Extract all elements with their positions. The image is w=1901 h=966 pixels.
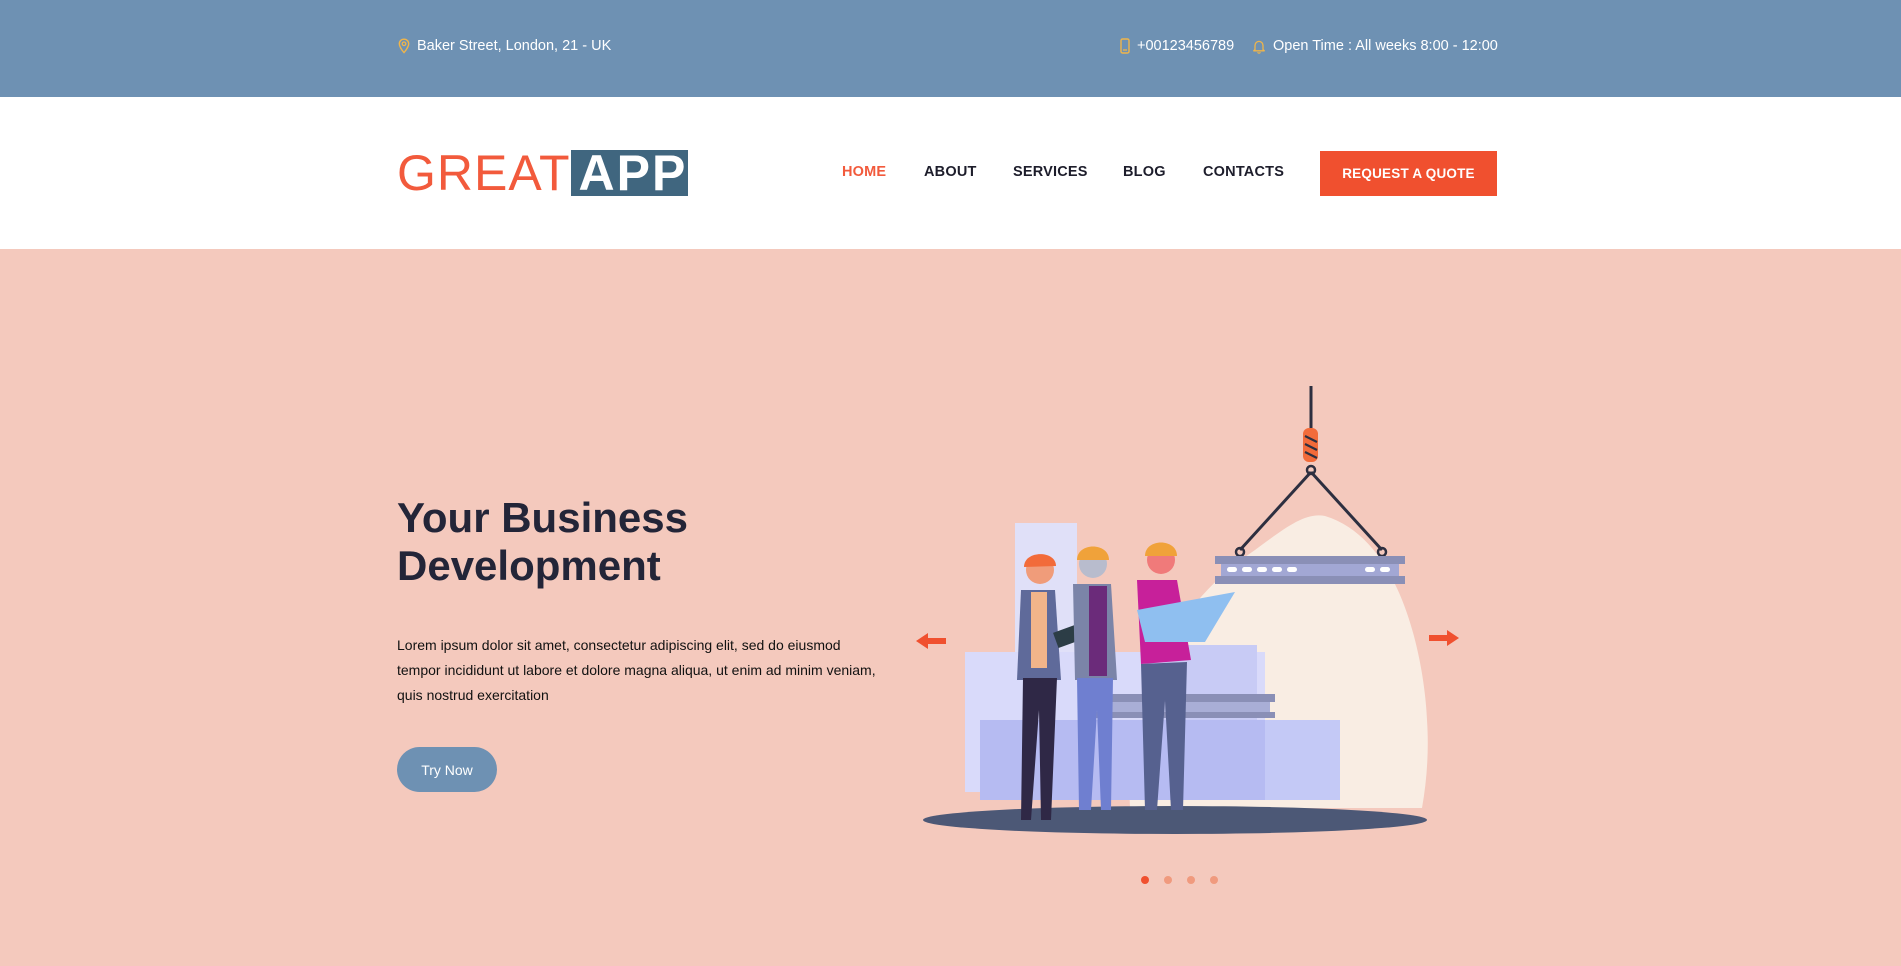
site-logo[interactable]: GREAT APP <box>397 145 689 201</box>
nav-item-home[interactable]: HOME <box>842 164 886 180</box>
slider-pagination <box>1141 876 1218 884</box>
bell-icon <box>1252 39 1266 54</box>
slider-next-arrow-icon[interactable] <box>1427 628 1461 648</box>
slider-dot-3[interactable] <box>1187 876 1195 884</box>
phone-text[interactable]: +00123456789 <box>1137 38 1234 54</box>
address-info: Baker Street, London, 21 - UK <box>398 38 611 54</box>
hours-text: Open Time : All weeks 8:00 - 12:00 <box>1273 38 1498 54</box>
hero-description: Lorem ipsum dolor sit amet, consectetur … <box>397 637 876 703</box>
nav-item-contacts[interactable]: CONTACTS <box>1203 164 1284 180</box>
opening-hours-info: Open Time : All weeks 8:00 - 12:00 <box>1252 38 1498 54</box>
logo-text-great: GREAT <box>397 145 571 201</box>
hero-title: Your Business Development <box>397 494 688 589</box>
top-info-bar: Baker Street, London, 21 - UK +001234567… <box>0 0 1901 97</box>
map-pin-icon <box>398 38 410 54</box>
slider-dot-4[interactable] <box>1210 876 1218 884</box>
slider-dot-1[interactable] <box>1141 876 1149 884</box>
phone-info[interactable]: +00123456789 <box>1120 38 1234 54</box>
logo-text-app: APP <box>570 148 689 198</box>
mobile-phone-icon <box>1120 38 1130 54</box>
request-quote-button[interactable]: REQUEST A QUOTE <box>1320 151 1497 196</box>
nav-item-services[interactable]: SERVICES <box>1013 164 1088 180</box>
slider-dot-2[interactable] <box>1164 876 1172 884</box>
site-header: GREAT APP HOME ABOUT SERVICES BLOG CONTA… <box>0 97 1901 249</box>
nav-item-about[interactable]: ABOUT <box>924 164 977 180</box>
slider-prev-arrow-icon[interactable] <box>914 631 948 651</box>
construction-workers-illustration <box>923 386 1428 834</box>
try-now-button[interactable]: Try Now <box>397 747 497 792</box>
nav-item-blog[interactable]: BLOG <box>1123 164 1166 180</box>
address-text: Baker Street, London, 21 - UK <box>417 38 612 54</box>
